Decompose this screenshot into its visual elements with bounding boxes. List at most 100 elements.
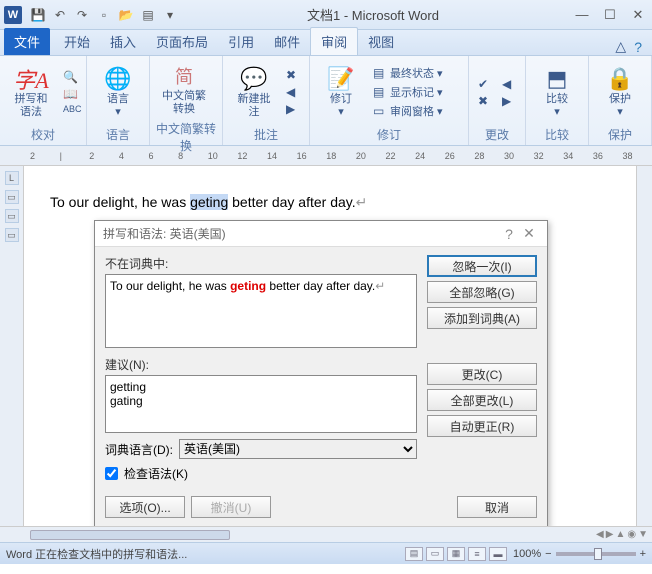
suggestions-listbox[interactable]: getting gating (105, 375, 417, 433)
prev-comment-button[interactable]: ◀ (283, 84, 303, 100)
view-print-icon[interactable]: ▤ (405, 547, 423, 561)
chinese-convert-button[interactable]: 简 中文简繁 转换 (156, 60, 212, 118)
sidebar-icon-1[interactable]: ▭ (5, 190, 19, 204)
wordcount-button[interactable]: ABC (60, 103, 80, 115)
error-word: geting (230, 279, 266, 293)
word-app-icon: W (4, 6, 22, 24)
research-button[interactable]: 🔍 (60, 69, 80, 85)
view-read-icon[interactable]: ▭ (426, 547, 444, 561)
vertical-scrollbar[interactable] (636, 166, 652, 526)
minimize-ribbon-icon[interactable]: △ (615, 38, 626, 55)
spellcheck-button[interactable]: 字A 拼写和语法 (6, 63, 56, 121)
zoom-out-button[interactable]: − (545, 548, 551, 560)
options-button[interactable]: 选项(O)... (105, 496, 185, 518)
check-grammar-checkbox[interactable] (105, 467, 118, 480)
ignore-all-button[interactable]: 全部忽略(G) (427, 281, 537, 303)
scroll-thumb[interactable] (30, 530, 230, 540)
minimize-button[interactable]: — (568, 5, 596, 25)
sidebar-icon-2[interactable]: ▭ (5, 209, 19, 223)
change-button[interactable]: 更改(C) (427, 363, 537, 385)
thesaurus-button[interactable]: 📖 (60, 86, 80, 102)
notfound-textbox[interactable]: To our delight, he was geting better day… (105, 274, 417, 348)
ribbon-tabs: 文件 开始 插入 页面布局 引用 邮件 审阅 视图 △ ? (0, 30, 652, 56)
dialog-titlebar[interactable]: 拼写和语法: 英语(美国) ? ✕ (95, 221, 547, 247)
scroll-left-icon[interactable]: ◀ (596, 529, 604, 540)
protect-button[interactable]: 🔒 保护▾ (595, 63, 645, 121)
suggestion-item[interactable]: gating (110, 394, 412, 408)
help-icon[interactable]: ? (634, 39, 642, 55)
lock-icon: 🔒 (606, 65, 633, 93)
sidebar-icon-3[interactable]: ▭ (5, 228, 19, 242)
autocorrect-button[interactable]: 自动更正(R) (427, 415, 537, 437)
prev-icon: ◀ (286, 85, 300, 99)
change-all-button[interactable]: 全部更改(L) (427, 389, 537, 411)
tab-references[interactable]: 引用 (218, 28, 264, 55)
next-comment-button[interactable]: ▶ (283, 101, 303, 117)
close-button[interactable]: ✕ (624, 5, 652, 25)
horizontal-scrollbar[interactable]: ◀ ▶ ▲ ◉ ▼ (0, 526, 652, 542)
track-icon: 📝 (327, 65, 354, 93)
document-text[interactable]: To our delight, he was geting better day… (50, 194, 367, 211)
cancel-button[interactable]: 取消 (457, 496, 537, 518)
maximize-button[interactable]: ☐ (596, 5, 624, 25)
review-pane-button[interactable]: ▭审阅窗格 ▾ (370, 102, 462, 120)
tab-view[interactable]: 视图 (358, 28, 404, 55)
show-markup-button[interactable]: ▤显示标记 ▾ (370, 83, 462, 101)
view-outline-icon[interactable]: ≡ (468, 547, 486, 561)
track-changes-button[interactable]: 📝 修订▾ (316, 63, 366, 121)
add-to-dictionary-button[interactable]: 添加到词典(A) (427, 307, 537, 329)
new-comment-button[interactable]: 💬 新建批注 (229, 63, 279, 121)
next-change-button[interactable]: ▶ (499, 93, 519, 109)
dialog-help-icon[interactable]: ? (499, 226, 519, 242)
browse-object-icon[interactable]: ◉ (627, 529, 636, 540)
dict-language-select[interactable]: 英语(美国) (179, 439, 417, 459)
title-bar: W 💾 ↶ ↷ ▫ 📂 ▤ ▾ 文档1 - Microsoft Word — ☐… (0, 0, 652, 30)
redo-icon[interactable]: ↷ (74, 7, 90, 23)
compare-icon: ⬒ (547, 65, 568, 93)
convert-icon: 简 (175, 62, 193, 90)
dialog-close-icon[interactable]: ✕ (519, 225, 539, 242)
document-area[interactable]: L ▭ ▭ ▭ To our delight, he was geting be… (0, 166, 652, 526)
zoom-label[interactable]: 100% (513, 548, 541, 560)
tab-home[interactable]: 开始 (54, 28, 100, 55)
ignore-once-button[interactable]: 忽略一次(I) (427, 255, 537, 277)
pane-icon: ▭ (373, 104, 387, 118)
scroll-right-icon[interactable]: ▶ (606, 529, 614, 540)
tab-mail[interactable]: 邮件 (264, 28, 310, 55)
group-comments: 💬 新建批注 ✖ ◀ ▶ 批注 (223, 56, 310, 145)
research-icon: 🔍 (63, 70, 77, 84)
group-protect: 🔒 保护▾ 保护 (589, 56, 652, 145)
suggestion-item[interactable]: getting (110, 380, 412, 394)
tab-layout[interactable]: 页面布局 (146, 28, 218, 55)
prev-change-button[interactable]: ◀ (499, 76, 519, 92)
count-icon: ABC (63, 104, 77, 114)
browse-down-icon[interactable]: ▼ (638, 529, 648, 540)
browse-up-icon[interactable]: ▲ (615, 529, 625, 540)
tab-file[interactable]: 文件 (4, 28, 50, 55)
new-icon[interactable]: ▫ (96, 7, 112, 23)
delete-comment-button[interactable]: ✖ (283, 67, 303, 83)
horizontal-ruler[interactable]: 2|2468101214161820222426283032343638 (0, 146, 652, 166)
view-web-icon[interactable]: ▦ (447, 547, 465, 561)
zoom-in-button[interactable]: + (640, 548, 646, 560)
save-icon[interactable]: 💾 (30, 7, 46, 23)
zoom-knob[interactable] (594, 548, 602, 560)
ruler-toggle-icon[interactable]: L (5, 171, 19, 185)
final-state-button[interactable]: ▤最终状态 ▾ (370, 64, 462, 82)
compare-button[interactable]: ⬒ 比较▾ (532, 63, 582, 121)
group-tracking: 📝 修订▾ ▤最终状态 ▾ ▤显示标记 ▾ ▭审阅窗格 ▾ 修订 (310, 56, 469, 145)
tab-review[interactable]: 审阅 (310, 27, 358, 55)
window-title: 文档1 - Microsoft Word (178, 5, 568, 24)
next-icon: ▶ (286, 102, 300, 116)
tab-insert[interactable]: 插入 (100, 28, 146, 55)
print-icon[interactable]: ▤ (140, 7, 156, 23)
zoom-slider[interactable] (556, 552, 636, 556)
reject-button[interactable]: ✖ (475, 93, 495, 109)
view-draft-icon[interactable]: ▬ (489, 547, 507, 561)
qat-dropdown-icon[interactable]: ▾ (162, 7, 178, 23)
language-button[interactable]: 🌐 语言▾ (93, 63, 143, 121)
undo-icon[interactable]: ↶ (52, 7, 68, 23)
highlighted-error: geting (190, 194, 228, 210)
accept-button[interactable]: ✔ (475, 76, 495, 92)
open-icon[interactable]: 📂 (118, 7, 134, 23)
